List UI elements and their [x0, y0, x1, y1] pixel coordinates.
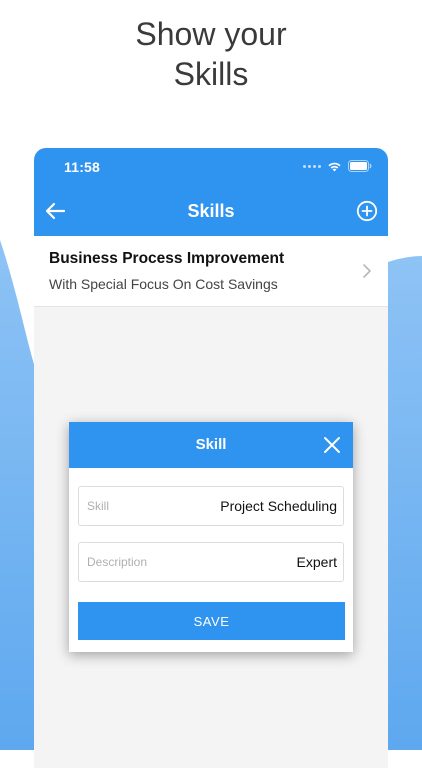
skill-subtitle: With Special Focus On Cost Savings — [49, 276, 278, 292]
save-button[interactable]: SAVE — [78, 602, 345, 640]
app-header: 11:58 Skills — [34, 148, 388, 236]
skill-field-label: Skill — [87, 499, 110, 513]
headline: Show your Skills — [0, 14, 422, 94]
signal-dots-icon — [303, 164, 321, 168]
list-item[interactable]: Business Process Improvement With Specia… — [34, 236, 388, 307]
wifi-icon — [328, 162, 341, 171]
battery-icon — [348, 160, 372, 172]
status-time: 11:58 — [64, 159, 101, 175]
dialog-title: Skill — [195, 436, 227, 453]
headline-line-2: Skills — [173, 56, 249, 92]
skill-title: Business Process Improvement — [49, 250, 285, 267]
status-icons — [303, 160, 372, 172]
dialog-header: Skill — [69, 422, 353, 468]
plus-circle-icon[interactable] — [356, 200, 378, 222]
description-input[interactable] — [157, 554, 337, 570]
headline-line-1: Show your — [135, 16, 287, 52]
skill-dialog: Skill Skill Description SAVE — [69, 422, 353, 652]
description-field-label: Description — [87, 555, 148, 569]
close-icon[interactable] — [323, 436, 341, 454]
nav-title: Skills — [187, 201, 235, 221]
description-field[interactable]: Description — [78, 542, 344, 582]
skill-input[interactable] — [157, 498, 337, 514]
chevron-right-icon — [363, 264, 371, 278]
skill-field[interactable]: Skill — [78, 486, 344, 526]
